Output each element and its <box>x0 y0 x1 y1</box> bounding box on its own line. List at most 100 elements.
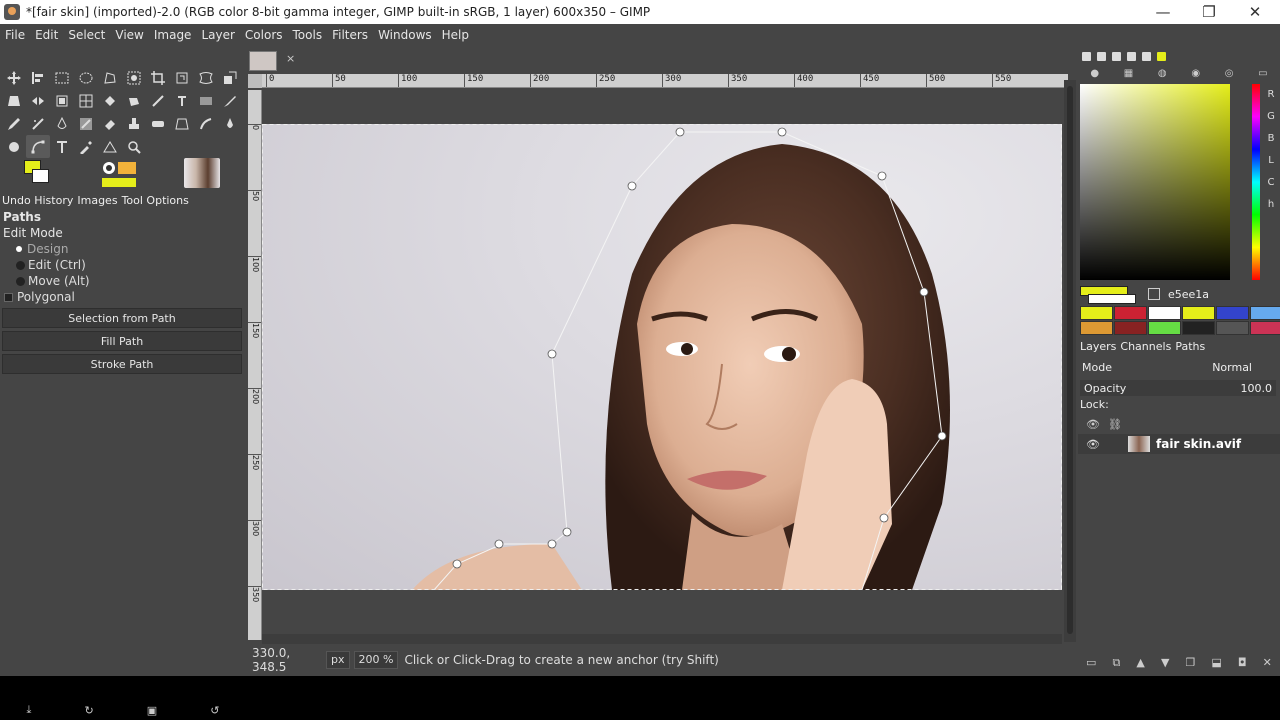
tab-channels[interactable]: Channels <box>1118 340 1173 353</box>
horizontal-ruler[interactable]: 0 50 100 150 200 250 300 350 400 450 500… <box>262 74 1068 88</box>
paths-tool-icon-alt[interactable] <box>2 135 26 158</box>
color-picker-pen-icon[interactable] <box>1148 288 1160 300</box>
color-gradient-picker[interactable] <box>1080 84 1230 280</box>
color-swatch[interactable] <box>1148 306 1181 320</box>
handle-transform-tool-icon[interactable] <box>74 89 98 112</box>
close-image-tab-icon[interactable]: × <box>286 52 295 65</box>
ruler-corner[interactable] <box>248 74 262 88</box>
channel-g-button[interactable]: G <box>1264 106 1278 128</box>
mode-edit-radio[interactable]: Edit (Ctrl) <box>0 257 244 273</box>
hex-color-value[interactable]: e5ee1a <box>1168 288 1209 301</box>
fonts-tab-icon[interactable] <box>1112 51 1121 61</box>
color-swatch[interactable] <box>1216 321 1249 335</box>
background-color-swatch[interactable] <box>32 169 49 183</box>
horizontal-scrollbar[interactable] <box>262 634 1062 644</box>
rect-select-tool-icon[interactable] <box>50 66 74 89</box>
menu-help[interactable]: Help <box>437 24 474 46</box>
hue-slider[interactable] <box>1252 84 1260 280</box>
delete-options-icon[interactable]: ▣ <box>147 704 157 717</box>
color-picker-tool-icon[interactable] <box>74 135 98 158</box>
background-color-preview[interactable] <box>1088 294 1136 304</box>
colors-tab-icon[interactable] <box>1157 51 1166 61</box>
new-layer-group-icon[interactable]: ▭ <box>1086 656 1096 672</box>
fill-path-button[interactable]: Fill Path <box>2 331 242 351</box>
warp-transform-tool-icon[interactable] <box>194 66 218 89</box>
lower-layer-icon[interactable]: ▼ <box>1161 656 1169 672</box>
mypaint-brush-tool-icon[interactable] <box>146 89 170 112</box>
color-swatch[interactable] <box>1250 306 1280 320</box>
gradients-tab-icon[interactable] <box>1127 51 1136 61</box>
duplicate-layer-icon[interactable]: ❐ <box>1185 656 1195 672</box>
clone-tool-icon[interactable] <box>122 112 146 135</box>
save-options-icon[interactable]: ⤓ <box>27 703 32 717</box>
brush-pattern-gradient-preview[interactable] <box>100 160 138 188</box>
color-swatch[interactable] <box>1182 321 1215 335</box>
mode-design-radio[interactable]: Design <box>0 241 244 257</box>
palettes-tab-icon[interactable] <box>1142 51 1151 61</box>
ink-tool-icon[interactable] <box>50 112 74 135</box>
layer-name[interactable]: fair skin.avif <box>1156 437 1241 451</box>
menu-image[interactable]: Image <box>149 24 197 46</box>
color-swatch[interactable] <box>1148 321 1181 335</box>
channel-l-button[interactable]: L <box>1264 150 1278 172</box>
scales-selector-icon[interactable]: ▭ <box>1258 68 1267 79</box>
close-window-button[interactable]: ✕ <box>1232 0 1278 24</box>
color-swatch[interactable] <box>1114 321 1147 335</box>
watercolor-selector-icon[interactable]: ◉ <box>1191 68 1200 79</box>
color-swatch[interactable] <box>1182 306 1215 320</box>
free-select-tool-icon[interactable] <box>98 66 122 89</box>
polygonal-checkbox[interactable]: Polygonal <box>0 289 244 305</box>
mode-move-radio[interactable]: Move (Alt) <box>0 273 244 289</box>
smudge-blend-tool-icon[interactable] <box>74 112 98 135</box>
menu-tools[interactable]: Tools <box>288 24 328 46</box>
selection-from-path-button[interactable]: Selection from Path <box>2 308 242 328</box>
channel-r-button[interactable]: R <box>1264 84 1278 106</box>
fg-bg-color-preview[interactable] <box>1078 286 1138 306</box>
airbrush-tool-icon[interactable] <box>26 112 50 135</box>
text-fx-tool-icon[interactable] <box>170 89 194 112</box>
wheel-selector-icon[interactable]: ◎ <box>1225 68 1234 79</box>
menu-windows[interactable]: Windows <box>373 24 437 46</box>
bucket-fill-tool-icon[interactable] <box>98 89 122 112</box>
minimize-button[interactable]: — <box>1140 0 1186 24</box>
crop-tool-icon[interactable] <box>146 66 170 89</box>
pencil-tool-icon[interactable] <box>2 112 26 135</box>
opacity-slider[interactable]: Opacity 100.0 <box>1080 380 1276 396</box>
mode-select[interactable]: Normal <box>1172 361 1252 374</box>
text-tool-icon[interactable] <box>50 135 74 158</box>
menu-filters[interactable]: Filters <box>327 24 373 46</box>
vertical-ruler[interactable]: 0 50 100 150 200 250 300 350 <box>248 90 262 640</box>
vertical-scrollbar[interactable] <box>1064 80 1076 642</box>
image-tab-thumbnail[interactable] <box>249 51 277 71</box>
patterns-tab-icon[interactable] <box>1097 51 1106 61</box>
color-swatch[interactable] <box>1250 321 1280 335</box>
opacity-value[interactable]: 100.0 <box>1241 382 1273 395</box>
scale-tool-icon[interactable] <box>218 66 242 89</box>
smudge-tool-icon[interactable] <box>194 112 218 135</box>
channel-b-button[interactable]: B <box>1264 128 1278 150</box>
channel-h-button[interactable]: h <box>1264 194 1278 216</box>
color-swatch[interactable] <box>1080 306 1113 320</box>
foreground-select-tool-icon[interactable] <box>122 66 146 89</box>
channel-c-button[interactable]: C <box>1264 172 1278 194</box>
heal-tool-icon[interactable] <box>146 112 170 135</box>
gimp-selector-icon[interactable]: ● <box>1090 68 1099 79</box>
paintbrush-tool-icon[interactable] <box>218 89 242 112</box>
paths-tool-icon[interactable] <box>26 135 50 158</box>
ellipse-select-tool-icon[interactable] <box>74 66 98 89</box>
move-tool-icon[interactable] <box>2 66 26 89</box>
tab-layers[interactable]: Layers <box>1078 340 1118 353</box>
perspective-clone-tool-icon[interactable] <box>170 112 194 135</box>
menu-select[interactable]: Select <box>63 24 110 46</box>
menu-view[interactable]: View <box>110 24 148 46</box>
mask-layer-icon[interactable]: ◘ <box>1238 656 1247 672</box>
image-canvas[interactable] <box>262 124 1062 590</box>
cmyk-selector-icon[interactable]: ▦ <box>1124 68 1133 79</box>
color-swatch[interactable] <box>1114 306 1147 320</box>
tab-undo-history[interactable]: Undo History <box>0 194 75 207</box>
layer-row[interactable]: 👁 fair skin.avif <box>1078 434 1280 454</box>
zoom-tool-icon[interactable] <box>122 135 146 158</box>
raise-layer-icon[interactable]: ▲ <box>1136 656 1144 672</box>
color-swatch[interactable] <box>1080 321 1113 335</box>
triangle-selector-icon[interactable]: ◍ <box>1158 68 1167 79</box>
